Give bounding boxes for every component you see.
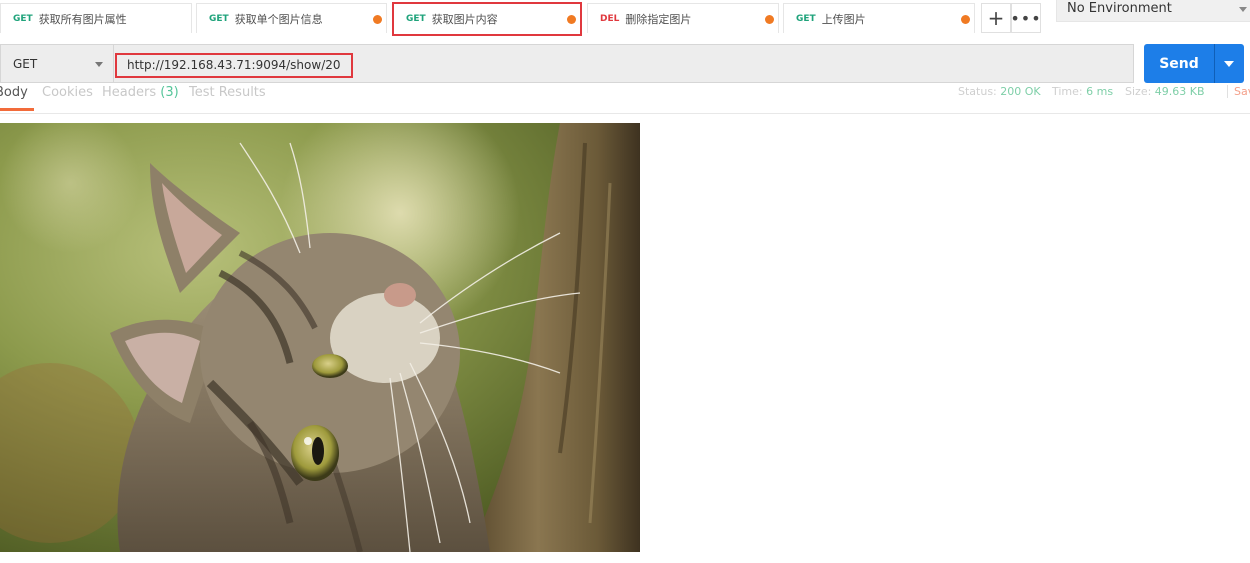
tab-method: GET [406,14,426,24]
new-tab-button[interactable]: + [981,3,1011,33]
method-select[interactable]: GET [0,44,114,83]
unsaved-dot-icon [961,15,970,24]
url-input[interactable]: http://192.168.43.71:9094/show/20 [114,44,1134,83]
send-button[interactable]: Send [1144,44,1214,83]
tab-cookies[interactable]: Cookies [42,85,93,100]
tab-method: DEL [600,13,620,24]
request-tab[interactable]: GET 获取所有图片属性 [0,3,192,33]
chevron-down-icon [1224,61,1234,67]
tab-title: 获取图片内容 [431,13,498,26]
tab-body[interactable]: Body [0,85,28,100]
tab-title: 获取单个图片信息 [234,12,323,26]
chevron-down-icon [1239,7,1247,12]
plus-icon: + [987,6,1005,30]
size-value: 49.63 KB [1154,85,1205,98]
chevron-down-icon [95,62,103,67]
tab-method: GET [796,13,816,24]
request-tab[interactable]: GET 上传图片 [783,3,975,33]
tab-headers[interactable]: Headers (3) [102,85,179,100]
ellipsis-icon: ••• [1010,8,1042,28]
tab-test-results[interactable]: Test Results [189,85,266,100]
time-readout: Time: 6 ms [1052,85,1113,98]
request-tab-active[interactable]: GET 获取图片内容 [392,2,582,36]
active-tab-underline [0,108,34,111]
tab-method: GET [209,13,229,24]
tab-headers-label: Headers [102,85,157,100]
save-response-link[interactable]: Save [1227,85,1250,98]
headers-count: (3) [160,85,179,100]
status-value: 200 OK [1000,85,1041,98]
size-readout: Size: 49.63 KB [1125,85,1205,98]
request-tab[interactable]: GET 获取单个图片信息 [196,3,387,33]
status-readout: Status: 200 OK [958,85,1041,98]
tab-title: 删除指定图片 [625,12,692,26]
environment-select[interactable]: No Environment [1056,0,1250,22]
unsaved-dot-icon [567,15,576,24]
status-label: Status: [958,85,997,98]
response-tab-bar: Body Cookies Headers (3) Test Results St… [0,83,1250,114]
response-image [0,123,640,552]
more-tabs-button[interactable]: ••• [1010,3,1042,33]
method-label: GET [13,57,38,71]
time-label: Time: [1052,85,1083,98]
tab-title: 获取所有图片属性 [38,12,127,26]
environment-label: No Environment [1067,1,1172,16]
size-label: Size: [1125,85,1152,98]
request-tab-bar: GET 获取所有图片属性 GET 获取单个图片信息 GET 获取图片内容 DEL… [0,0,1250,37]
cat-photo [0,123,640,552]
request-tab[interactable]: DEL 删除指定图片 [587,3,779,33]
unsaved-dot-icon [765,15,774,24]
time-value: 6 ms [1086,85,1114,98]
url-text: http://192.168.43.71:9094/show/20 [127,58,341,72]
send-options-button[interactable] [1214,44,1244,83]
send-label: Send [1159,55,1199,72]
url-highlight-box: http://192.168.43.71:9094/show/20 [115,53,353,78]
unsaved-dot-icon [373,15,382,24]
tab-title: 上传图片 [821,12,866,26]
tab-method: GET [13,13,33,24]
